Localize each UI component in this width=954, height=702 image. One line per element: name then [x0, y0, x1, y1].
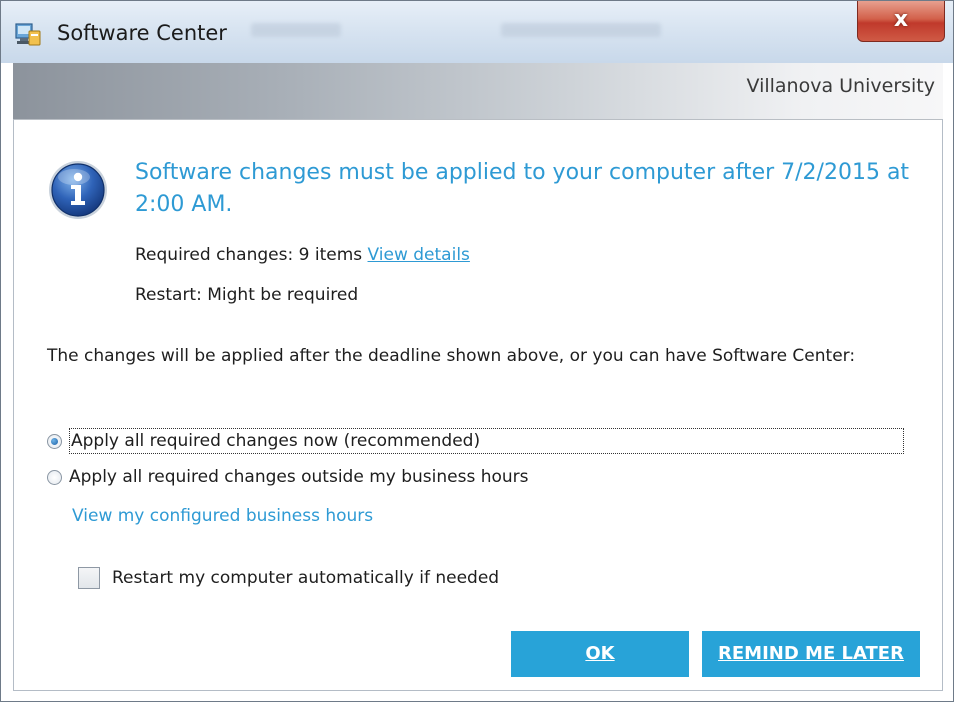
required-changes-label: Required changes: [135, 245, 294, 265]
organization-name: Villanova University [746, 75, 936, 97]
restart-value: Might be required [207, 285, 359, 305]
apply-now-radio[interactable] [47, 433, 62, 449]
restart-automatically-label[interactable]: Restart my computer automatically if nee… [112, 568, 499, 588]
info-icon [49, 161, 107, 219]
view-details-link-text: View details [367, 245, 470, 265]
remind-me-later-label: REMIND ME LATER [718, 643, 904, 664]
apply-outside-hours-radio[interactable] [47, 469, 62, 485]
view-details-link[interactable]: View details [368, 245, 470, 265]
required-changes-line: Required changes: 9 items View details [135, 245, 470, 265]
blurred-background-text [251, 23, 341, 37]
restart-line: Restart: Might be required [135, 285, 358, 305]
options-description: The changes will be applied after the de… [47, 346, 856, 366]
apply-outside-hours-label[interactable]: Apply all required changes outside my bu… [69, 467, 529, 487]
business-hours-link[interactable]: View my configured business hours [72, 506, 373, 526]
restart-label: Restart: [135, 285, 202, 305]
title-bar[interactable]: Software Center x [1, 1, 953, 63]
remind-me-later-button[interactable]: REMIND ME LATER [702, 631, 920, 677]
ok-button-label: OK [585, 643, 615, 664]
software-center-icon [15, 23, 41, 46]
apply-now-label[interactable]: Apply all required changes now (recommen… [69, 428, 904, 454]
restart-automatically-checkbox[interactable] [78, 567, 100, 589]
apply-now-option[interactable]: Apply all required changes now (recommen… [47, 428, 904, 454]
window-title: Software Center [57, 21, 227, 45]
deadline-headline: Software changes must be applied to your… [135, 160, 910, 217]
close-button[interactable]: x [857, 1, 945, 42]
restart-automatically-option[interactable]: Restart my computer automatically if nee… [78, 567, 499, 589]
apply-outside-hours-option[interactable]: Apply all required changes outside my bu… [47, 467, 529, 487]
blurred-background-text [501, 23, 661, 37]
software-center-window: Software Center x Villanova University S… [0, 0, 954, 702]
ok-button[interactable]: OK [511, 631, 689, 677]
required-changes-value: 9 items [298, 245, 363, 265]
organization-banner: Villanova University [13, 63, 943, 120]
